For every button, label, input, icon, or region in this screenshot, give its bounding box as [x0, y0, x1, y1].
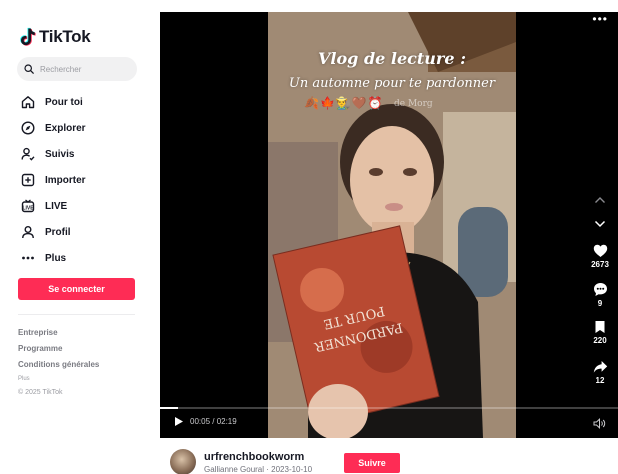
- like-button[interactable]: 2673: [588, 244, 612, 269]
- author-bar: urfrenchbookworm Gallianne Goural · 2023…: [160, 438, 618, 474]
- video-overlay-emojis: 🍂🍁👨‍🌾🤎⏰: [304, 96, 384, 110]
- video-overlay-title: Vlog de lecture :: [318, 49, 466, 68]
- save-count: 220: [593, 336, 607, 345]
- volume-icon: [593, 418, 606, 429]
- play-icon[interactable]: [174, 416, 184, 427]
- nav-label: Suivis: [45, 148, 75, 160]
- sidebar-footer: Entreprise Programme Conditions générale…: [18, 325, 99, 396]
- nav-label: Importer: [45, 174, 86, 186]
- video-watermark: de Morg: [394, 99, 433, 109]
- nav-label: LIVE: [45, 200, 68, 212]
- svg-text:LIVE: LIVE: [22, 205, 34, 211]
- comment-button[interactable]: 9: [588, 282, 612, 308]
- footer-link-program[interactable]: Programme: [18, 341, 99, 357]
- nav-label: Explorer: [45, 122, 86, 134]
- progress-bar[interactable]: [160, 407, 618, 409]
- chevron-down-icon: [594, 220, 606, 228]
- more-icon: [20, 251, 35, 266]
- search-bar[interactable]: [17, 57, 137, 81]
- comment-icon: [593, 283, 607, 296]
- nav-item-more[interactable]: Plus: [20, 245, 150, 271]
- profile-icon: [20, 225, 35, 240]
- nav-item-profile[interactable]: Profil: [20, 219, 150, 245]
- main-nav: Pour toi Explorer Suivis Importer LIVE L…: [20, 89, 150, 271]
- save-button[interactable]: 220: [588, 320, 612, 345]
- more-options-icon[interactable]: •••: [592, 12, 608, 26]
- author-subtitle: Gallianne Goural · 2023-10-10: [204, 465, 313, 474]
- like-count: 2673: [591, 260, 609, 269]
- sidebar: TikTok Pour toi Explorer Suivis: [0, 0, 160, 474]
- nav-item-for-you[interactable]: Pour toi: [20, 89, 150, 115]
- nav-item-explore[interactable]: Explorer: [20, 115, 150, 141]
- nav-label: Profil: [45, 226, 71, 238]
- search-input[interactable]: [40, 64, 130, 74]
- search-icon: [24, 64, 34, 74]
- progress-bar-fill: [160, 407, 179, 409]
- share-count: 12: [595, 376, 605, 385]
- tiktok-logo[interactable]: TikTok: [20, 27, 91, 47]
- author-username[interactable]: urfrenchbookworm: [204, 451, 304, 463]
- nav-label: Plus: [45, 252, 67, 264]
- time-display: 00:05 / 02:19: [190, 417, 237, 426]
- sidebar-divider: [18, 314, 135, 315]
- upload-icon: [20, 173, 35, 188]
- video-overlay-subtitle: Un automne pour te pardonner: [288, 76, 496, 91]
- compass-icon: [20, 121, 35, 136]
- nav-item-upload[interactable]: Importer: [20, 167, 150, 193]
- footer-link-company[interactable]: Entreprise: [18, 325, 99, 341]
- nav-item-following[interactable]: Suivis: [20, 141, 150, 167]
- login-button[interactable]: Se connecter: [18, 278, 135, 300]
- chevron-up-icon: [595, 197, 605, 203]
- video-frame[interactable]: POUR TE PARDONNER Vlog de lecture : Un a…: [268, 12, 516, 438]
- footer-link-terms[interactable]: Conditions générales: [18, 357, 99, 373]
- live-icon: LIVE: [20, 199, 35, 214]
- prev-video-button[interactable]: [588, 196, 612, 204]
- volume-button[interactable]: [593, 416, 606, 434]
- nav-item-live[interactable]: LIVE LIVE: [20, 193, 150, 219]
- heart-icon: [593, 244, 607, 257]
- nav-label: Pour toi: [45, 96, 83, 108]
- following-icon: [20, 147, 35, 162]
- home-icon: [20, 95, 35, 110]
- comment-count: 9: [597, 299, 603, 308]
- share-button[interactable]: 12: [588, 360, 612, 385]
- next-video-button[interactable]: [588, 220, 612, 228]
- brand-name: TikTok: [39, 27, 91, 46]
- copyright: © 2025 TikTok: [18, 389, 63, 396]
- share-icon: [593, 361, 607, 373]
- footer-link-more[interactable]: Plus: [18, 373, 99, 385]
- video-player[interactable]: POUR TE PARDONNER Vlog de lecture : Un a…: [160, 12, 618, 438]
- tiktok-logo-icon: [20, 27, 36, 46]
- bookmark-icon: [595, 321, 605, 333]
- follow-button[interactable]: Suivre: [344, 453, 400, 473]
- playback-controls: 00:05 / 02:19: [174, 416, 237, 427]
- avatar[interactable]: [170, 449, 196, 474]
